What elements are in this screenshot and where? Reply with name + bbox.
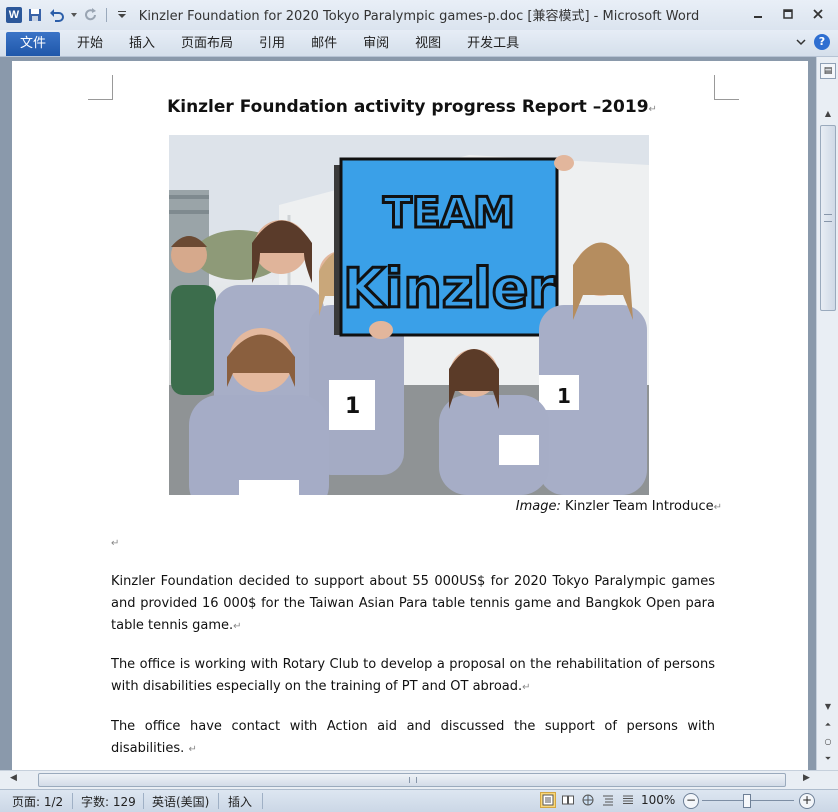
team-photo[interactable]: TEAM Kinzler 1 1 xyxy=(169,135,649,495)
body-paragraph[interactable]: The office is working with Rotary Club t… xyxy=(111,654,715,699)
paragraph-mark: ↵ xyxy=(188,744,197,755)
caption-label: Image: xyxy=(515,499,561,514)
paragraph-text: The office is working with Rotary Club t… xyxy=(111,657,715,694)
status-bar: 页面: 1/2 字数: 129 英语(美国) 插入 100% − + xyxy=(0,789,838,812)
horizontal-scrollbar[interactable]: ◀ ▶ xyxy=(0,770,838,789)
svg-text:Kinzler: Kinzler xyxy=(343,257,555,320)
tab-insert[interactable]: 插入 xyxy=(116,32,168,56)
empty-paragraph-mark: ↵ xyxy=(111,538,120,549)
tab-mailings[interactable]: 邮件 xyxy=(298,32,350,56)
tab-file[interactable]: 文件 xyxy=(6,32,60,56)
zoom-slider-thumb[interactable] xyxy=(743,794,751,808)
paragraph-mark: ↵ xyxy=(522,682,531,693)
ribbon-minimize-icon[interactable] xyxy=(796,35,806,49)
body-paragraph[interactable]: Kinzler Foundation decided to support ab… xyxy=(111,571,715,638)
document-title[interactable]: Kinzler Foundation activity progress Rep… xyxy=(112,97,712,117)
full-screen-reading-view-icon[interactable] xyxy=(560,792,576,808)
document-title-text: Kinzler Foundation activity progress Rep… xyxy=(167,97,649,117)
help-icon[interactable]: ? xyxy=(814,34,830,50)
outline-view-icon[interactable] xyxy=(600,792,616,808)
scroll-left-icon[interactable]: ◀ xyxy=(10,773,17,783)
scroll-grip-icon xyxy=(824,214,832,222)
draft-view-icon[interactable] xyxy=(620,792,636,808)
caption-text: Kinzler Team Introduce xyxy=(560,499,714,514)
scroll-down-icon[interactable]: ▼ xyxy=(821,702,835,714)
scroll-up-icon[interactable]: ▲ xyxy=(821,109,835,121)
title-bar: W Kinzler Foundation for 2020 Tokyo Para… xyxy=(0,0,838,30)
paragraph-text: Kinzler Foundation decided to support ab… xyxy=(111,574,715,633)
tab-references[interactable]: 引用 xyxy=(246,32,298,56)
paragraph-mark: ↵ xyxy=(648,104,657,115)
status-divider xyxy=(72,793,73,809)
previous-page-icon[interactable]: ⏶ xyxy=(821,720,835,732)
svg-text:1: 1 xyxy=(557,384,571,408)
vertical-scrollbar[interactable]: ▤ ▲ ▼ ⏶ ○ ⏷ xyxy=(816,57,838,770)
tab-home[interactable]: 开始 xyxy=(64,32,116,56)
status-divider xyxy=(218,793,219,809)
image-caption[interactable]: Image: Kinzler Team Introduce↵ xyxy=(112,499,722,514)
scroll-right-icon[interactable]: ▶ xyxy=(803,773,810,783)
insert-mode-indicator[interactable]: 插入 xyxy=(228,793,252,810)
horizontal-scroll-thumb[interactable] xyxy=(38,773,786,787)
paragraph-mark: ↵ xyxy=(713,502,722,513)
window-title: Kinzler Foundation for 2020 Tokyo Paraly… xyxy=(138,9,700,24)
maximize-icon[interactable] xyxy=(774,4,802,24)
zoom-out-button[interactable]: − xyxy=(683,793,699,809)
tab-review[interactable]: 审阅 xyxy=(350,32,402,56)
view-buttons xyxy=(540,792,636,808)
zoom-level[interactable]: 100% xyxy=(641,793,675,807)
scroll-grip-icon xyxy=(409,777,417,783)
status-divider xyxy=(143,793,144,809)
minimize-icon[interactable] xyxy=(744,4,772,24)
tab-view[interactable]: 视图 xyxy=(402,32,454,56)
tab-page-layout[interactable]: 页面布局 xyxy=(168,32,246,56)
document-area: Kinzler Foundation activity progress Rep… xyxy=(0,57,816,770)
zoom-in-button[interactable]: + xyxy=(799,793,815,809)
svg-text:TEAM: TEAM xyxy=(383,188,515,237)
crop-mark-top-right xyxy=(714,75,739,100)
document-page[interactable]: Kinzler Foundation activity progress Rep… xyxy=(12,61,808,770)
ribbon-tab-bar: 文件 开始 插入 页面布局 引用 邮件 审阅 视图 开发工具 ? xyxy=(0,30,838,57)
language-indicator[interactable]: 英语(美国) xyxy=(152,793,209,810)
body-paragraph[interactable]: The office have contact with Action aid … xyxy=(111,716,715,761)
page-count[interactable]: 页面: 1/2 xyxy=(12,793,63,810)
web-layout-view-icon[interactable] xyxy=(580,792,596,808)
next-page-icon[interactable]: ⏷ xyxy=(821,754,835,766)
close-icon[interactable] xyxy=(804,4,832,24)
paragraph-mark: ↵ xyxy=(233,621,242,632)
ruler-toggle-icon[interactable]: ▤ xyxy=(820,63,836,79)
crop-mark-top-left xyxy=(88,75,113,100)
select-browse-object-icon[interactable]: ○ xyxy=(821,737,835,749)
print-layout-view-icon[interactable] xyxy=(540,792,556,808)
status-divider xyxy=(262,793,263,809)
svg-text:1: 1 xyxy=(345,394,360,419)
word-count[interactable]: 字数: 129 xyxy=(81,793,136,810)
tab-developer[interactable]: 开发工具 xyxy=(454,32,532,56)
paragraph-text: The office have contact with Action aid … xyxy=(111,719,715,756)
vertical-scroll-thumb[interactable] xyxy=(820,125,836,311)
